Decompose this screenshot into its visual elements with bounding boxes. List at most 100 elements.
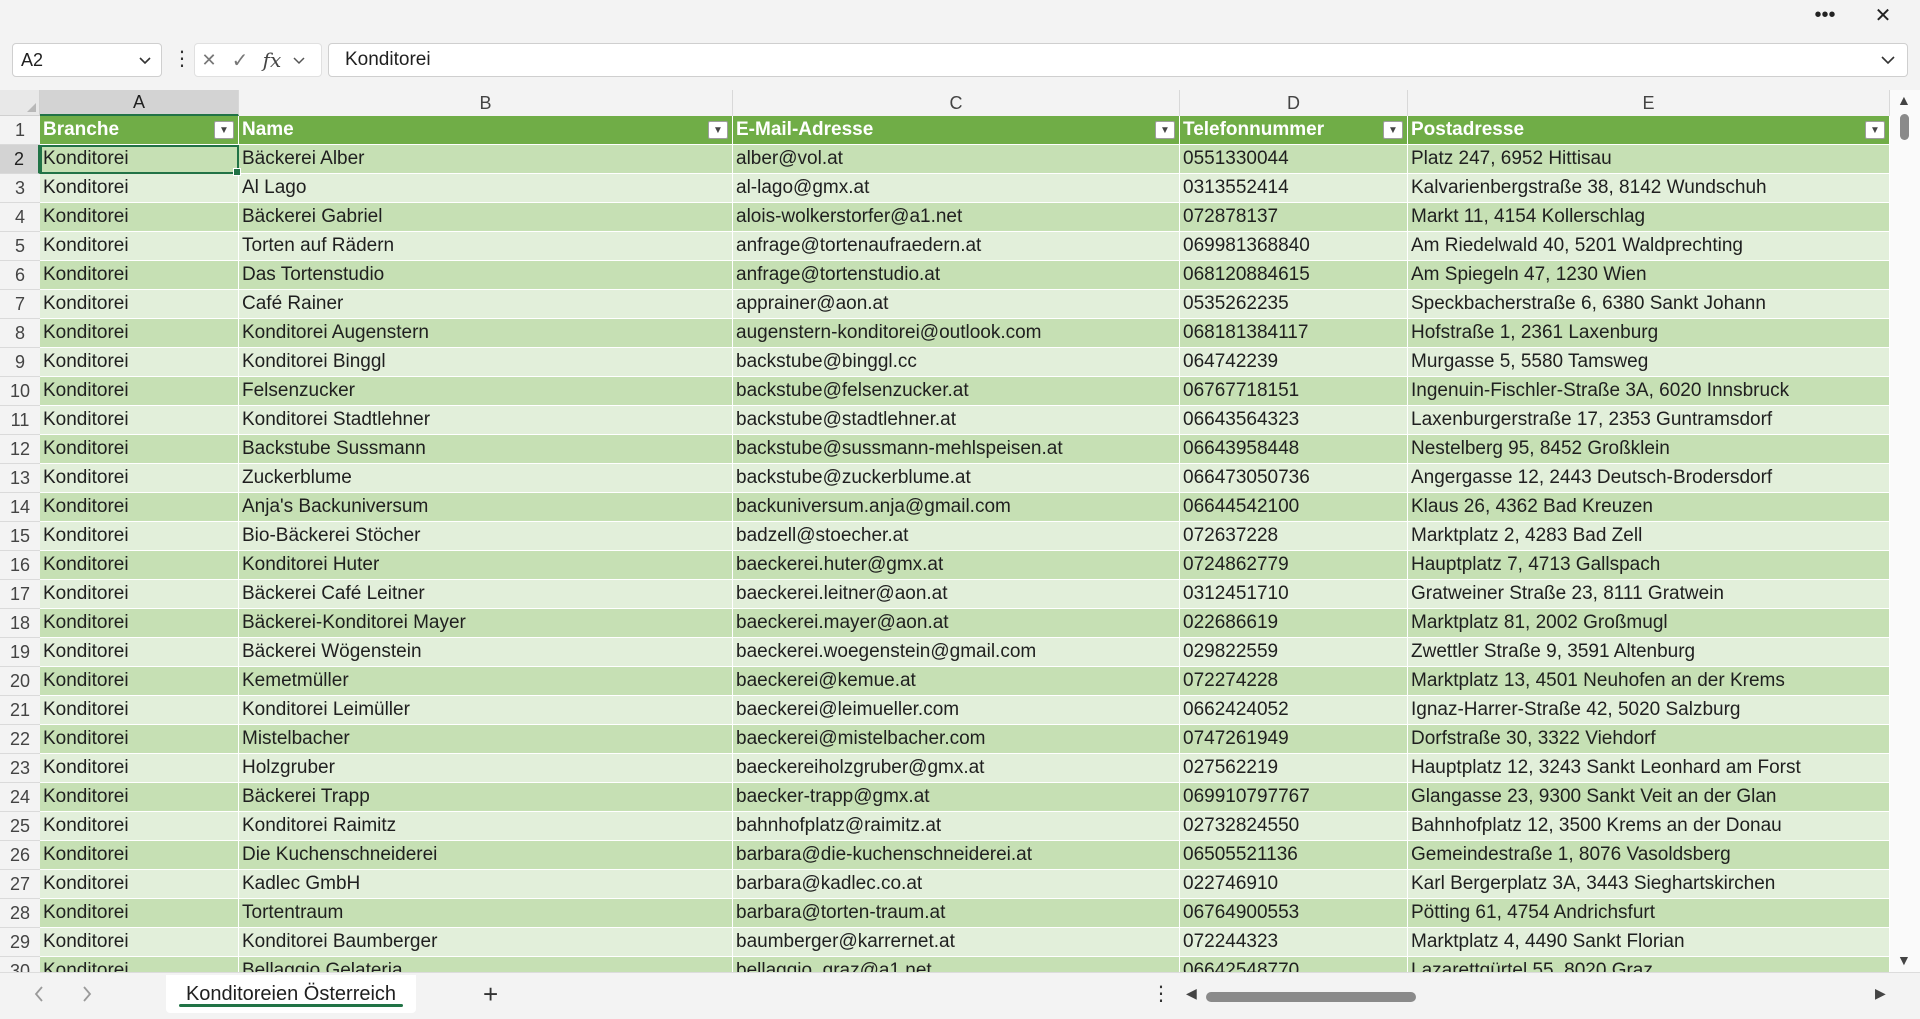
cell-telefon[interactable]: 072878137 [1180,203,1408,232]
row-header[interactable]: 11 [0,406,40,435]
cell-name[interactable]: Bäckerei Wögenstein [239,638,733,667]
cell-name[interactable]: Bäckerei Trapp [239,783,733,812]
select-all-button[interactable] [0,90,40,116]
cell-email[interactable]: baecker-trapp@gmx.at [733,783,1180,812]
cell-postadresse[interactable]: Am Spiegeln 47, 1230 Wien [1408,261,1890,290]
cell-postadresse[interactable]: Kalvarienbergstraße 38, 8142 Wundschuh [1408,174,1890,203]
cell-email[interactable]: backstube@zuckerblume.at [733,464,1180,493]
cell-name[interactable]: Café Rainer [239,290,733,319]
row-header[interactable]: 27 [0,870,40,899]
cell-name[interactable]: Anja's Backuniversum [239,493,733,522]
cell-telefon[interactable]: 02732824550 [1180,812,1408,841]
cell-name[interactable]: Mistelbacher [239,725,733,754]
cell-telefon[interactable]: 066473050736 [1180,464,1408,493]
filter-dropdown-icon[interactable]: ▼ [708,121,728,139]
cell-branche[interactable]: Konditorei [40,522,239,551]
cell-telefon[interactable]: 06642548770 [1180,957,1408,972]
filter-dropdown-icon[interactable]: ▼ [1155,121,1175,139]
cell-postadresse[interactable]: Gemeindestraße 1, 8076 Vasoldsberg [1408,841,1890,870]
cell-postadresse[interactable]: Laxenburgerstraße 17, 2353 Guntramsdorf [1408,406,1890,435]
chevron-down-icon[interactable] [287,50,311,70]
cell-telefon[interactable]: 072637228 [1180,522,1408,551]
cell-name[interactable]: Kemetmüller [239,667,733,696]
cell-email[interactable]: barbara@torten-traum.at [733,899,1180,928]
cell-name[interactable]: Konditorei Baumberger [239,928,733,957]
filter-dropdown-icon[interactable]: ▼ [1865,121,1885,139]
cell-email[interactable]: alber@vol.at [733,145,1180,174]
cell-name[interactable]: Bäckerei Alber [239,145,733,174]
cell-branche[interactable]: Konditorei [40,841,239,870]
cell-name[interactable]: Al Lago [239,174,733,203]
cell-telefon[interactable]: 06644542100 [1180,493,1408,522]
cell-email[interactable]: baeckerei@mistelbacher.com [733,725,1180,754]
row-header[interactable]: 14 [0,493,40,522]
cell-email[interactable]: barbara@kadlec.co.at [733,870,1180,899]
row-header[interactable]: 28 [0,899,40,928]
close-icon[interactable]: ✕ [1860,0,1906,30]
cell-postadresse[interactable]: Hofstraße 1, 2361 Laxenburg [1408,319,1890,348]
cell-branche[interactable]: Konditorei [40,290,239,319]
more-options-icon[interactable]: ••• [1802,0,1848,30]
cell-telefon[interactable]: 06643958448 [1180,435,1408,464]
cell-name[interactable]: Konditorei Binggl [239,348,733,377]
cell-telefon[interactable]: 022686619 [1180,609,1408,638]
cell-name[interactable]: Felsenzucker [239,377,733,406]
cell-name[interactable]: Bäckerei-Konditorei Mayer [239,609,733,638]
cell-branche[interactable]: Konditorei [40,667,239,696]
cell-email[interactable]: bahnhofplatz@raimitz.at [733,812,1180,841]
chevron-down-icon[interactable] [137,50,153,75]
row-header[interactable]: 8 [0,319,40,348]
cell-email[interactable]: baeckerei@leimueller.com [733,696,1180,725]
cell-postadresse[interactable]: Gratweiner Straße 23, 8111 Gratwein [1408,580,1890,609]
cell-branche[interactable]: Konditorei [40,435,239,464]
row-header[interactable]: 9 [0,348,40,377]
cell-email[interactable]: baeckerei.mayer@aon.at [733,609,1180,638]
row-header[interactable]: 24 [0,783,40,812]
cell-telefon[interactable]: 064742239 [1180,348,1408,377]
cell-telefon[interactable]: 029822559 [1180,638,1408,667]
vertical-scrollbar[interactable]: ▲ ▼ [1890,90,1920,972]
vertical-dots-icon[interactable]: ⋮ [1151,981,1171,1006]
cell-name[interactable]: Zuckerblume [239,464,733,493]
cell-branche[interactable]: Konditorei [40,551,239,580]
cell-telefon[interactable]: 027562219 [1180,754,1408,783]
cell-branche[interactable]: Konditorei [40,203,239,232]
cell-branche[interactable]: Konditorei [40,319,239,348]
cell-email[interactable]: backuniversum.anja@gmail.com [733,493,1180,522]
cell-name[interactable]: Tortentraum [239,899,733,928]
cell-email[interactable]: backstube@felsenzucker.at [733,377,1180,406]
cell-email[interactable]: backstube@binggl.cc [733,348,1180,377]
cell-branche[interactable]: Konditorei [40,261,239,290]
cell-name[interactable]: Konditorei Stadtlehner [239,406,733,435]
scroll-right-icon[interactable]: ▶ [1875,985,1886,1002]
cell-telefon[interactable]: 068120884615 [1180,261,1408,290]
cell-telefon[interactable]: 06767718151 [1180,377,1408,406]
row-header[interactable]: 5 [0,232,40,261]
row-header[interactable]: 6 [0,261,40,290]
row-header[interactable]: 2 [0,145,40,174]
cell-branche[interactable]: Konditorei [40,580,239,609]
column-header-a[interactable]: A [40,90,239,116]
filter-dropdown-icon[interactable]: ▼ [1383,121,1403,139]
cell-postadresse[interactable]: Marktplatz 4, 4490 Sankt Florian [1408,928,1890,957]
cell-name[interactable]: Konditorei Augenstern [239,319,733,348]
cell-email[interactable]: al-lago@gmx.at [733,174,1180,203]
row-header[interactable]: 12 [0,435,40,464]
row-header[interactable]: 23 [0,754,40,783]
cell-telefon[interactable]: 072274228 [1180,667,1408,696]
sheet-tab-konditoreien-oesterreich[interactable]: Konditoreien Österreich [166,975,416,1013]
column-header-e[interactable]: E [1408,90,1890,116]
formula-input[interactable]: Konditorei [328,43,1908,77]
cell-postadresse[interactable]: Bahnhofplatz 12, 3500 Krems an der Donau [1408,812,1890,841]
cell-branche[interactable]: Konditorei [40,493,239,522]
vertical-scroll-thumb[interactable] [1900,114,1909,140]
cell-branche[interactable]: Konditorei [40,812,239,841]
name-box[interactable]: A2 [12,43,162,77]
cell-email[interactable]: apprainer@aon.at [733,290,1180,319]
row-header[interactable]: 29 [0,928,40,957]
cell-postadresse[interactable]: Ignaz-Harrer-Straße 42, 5020 Salzburg [1408,696,1890,725]
cell-postadresse[interactable]: Pötting 61, 4754 Andrichsfurt [1408,899,1890,928]
header-cell-email[interactable]: E-Mail-Adresse ▼ [733,116,1180,145]
column-header-d[interactable]: D [1180,90,1408,116]
row-header[interactable]: 3 [0,174,40,203]
